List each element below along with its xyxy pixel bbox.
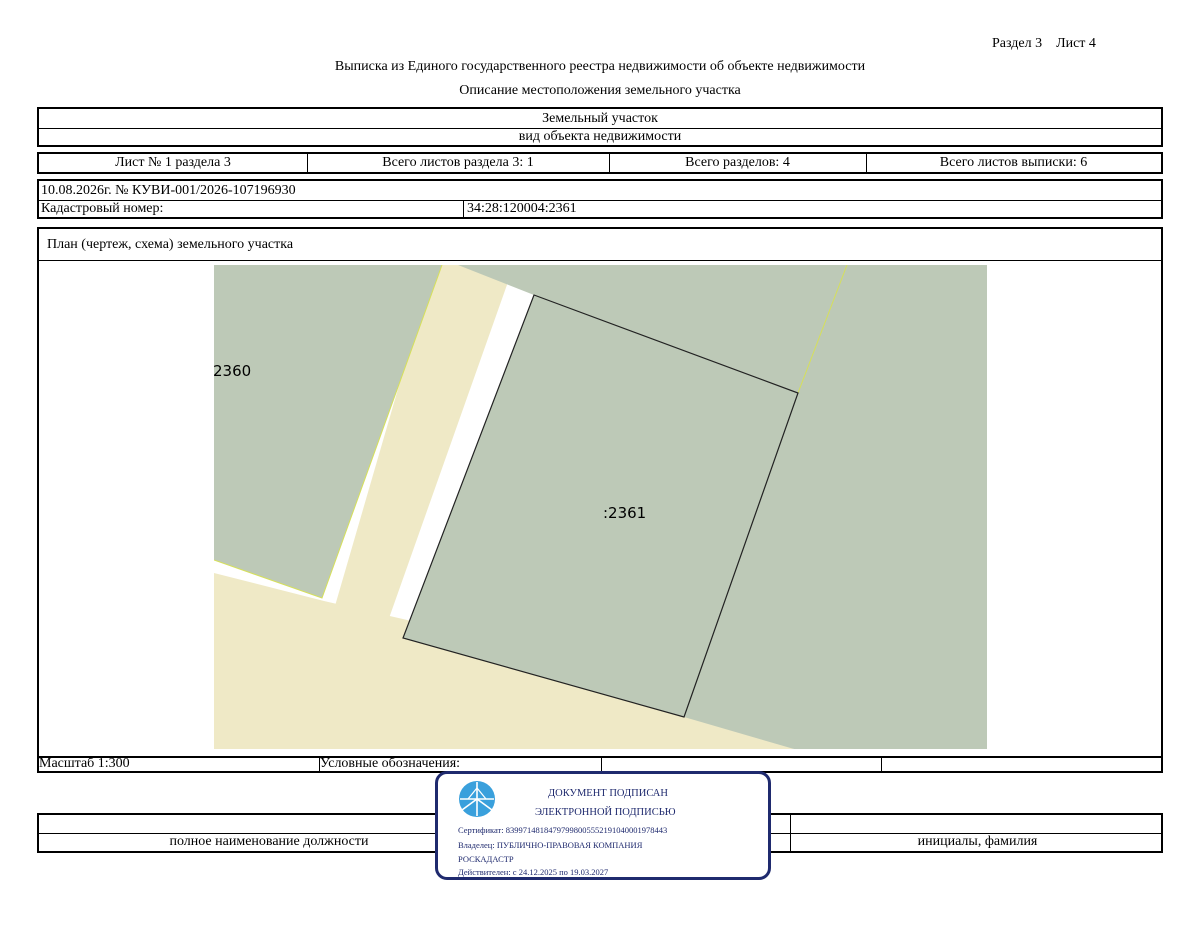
roskadastr-logo-icon bbox=[459, 781, 495, 817]
record-date-number: 10.08.2026г. № КУВИ-001/2026-107196930 bbox=[41, 182, 296, 198]
sheets-row: Лист № 1 раздела 3 Всего листов раздела … bbox=[37, 152, 1163, 174]
sheet-number: Лист № 1 раздела 3 bbox=[115, 155, 231, 170]
stamp-valid: Действителен: с 24.12.2025 по 19.03.2027 bbox=[458, 867, 609, 877]
legend-label: Условные обозначения: bbox=[320, 756, 461, 771]
label-parcel-2361: :2361 bbox=[603, 504, 646, 522]
cadastral-number-label: Кадастровый номер: bbox=[41, 201, 164, 216]
stamp-owner2: РОСКАДАСТР bbox=[458, 854, 514, 864]
section-sheet-label: Раздел 3 Лист 4 bbox=[992, 36, 1096, 51]
position-caption: полное наименование должности bbox=[169, 834, 369, 849]
total-sheets-extract: Всего листов выписки: 6 bbox=[939, 155, 1088, 170]
document-title: Выписка из Единого государственного реес… bbox=[334, 59, 866, 74]
plan-map: 2360 :2361 bbox=[214, 265, 987, 749]
plan-title: План (чертеж, схема) земельного участка bbox=[47, 236, 294, 252]
cadastral-number-value: 34:28:120004:2361 bbox=[467, 201, 577, 216]
stamp-certificate: Сертификат: 8399714818479799800555219104… bbox=[458, 825, 668, 835]
total-sheets-section: Всего листов раздела 3: 1 bbox=[382, 155, 534, 170]
object-type-caption: вид объекта недвижимости bbox=[518, 129, 682, 144]
object-type-box: Земельный участок вид объекта недвижимос… bbox=[37, 107, 1163, 147]
stamp-line1: ДОКУМЕНТ ПОДПИСАН bbox=[548, 788, 668, 799]
document-subtitle: Описание местоположения земельного участ… bbox=[459, 83, 741, 98]
label-parcel-2360: 2360 bbox=[214, 362, 251, 380]
scale-label: Масштаб 1:300 bbox=[39, 756, 130, 771]
object-type: Земельный участок bbox=[542, 110, 658, 126]
record-box: 10.08.2026г. № КУВИ-001/2026-107196930 К… bbox=[37, 179, 1163, 219]
electronic-signature-stamp: ДОКУМЕНТ ПОДПИСАН ЭЛЕКТРОННОЙ ПОДПИСЬЮ С… bbox=[435, 771, 771, 880]
stamp-line2: ЭЛЕКТРОННОЙ ПОДПИСЬЮ bbox=[535, 807, 676, 818]
total-sections: Всего разделов: 4 bbox=[685, 155, 790, 170]
stamp-owner: Владелец: ПУБЛИЧНО-ПРАВОВАЯ КОМПАНИЯ bbox=[458, 840, 643, 850]
name-caption: инициалы, фамилия bbox=[917, 834, 1038, 849]
